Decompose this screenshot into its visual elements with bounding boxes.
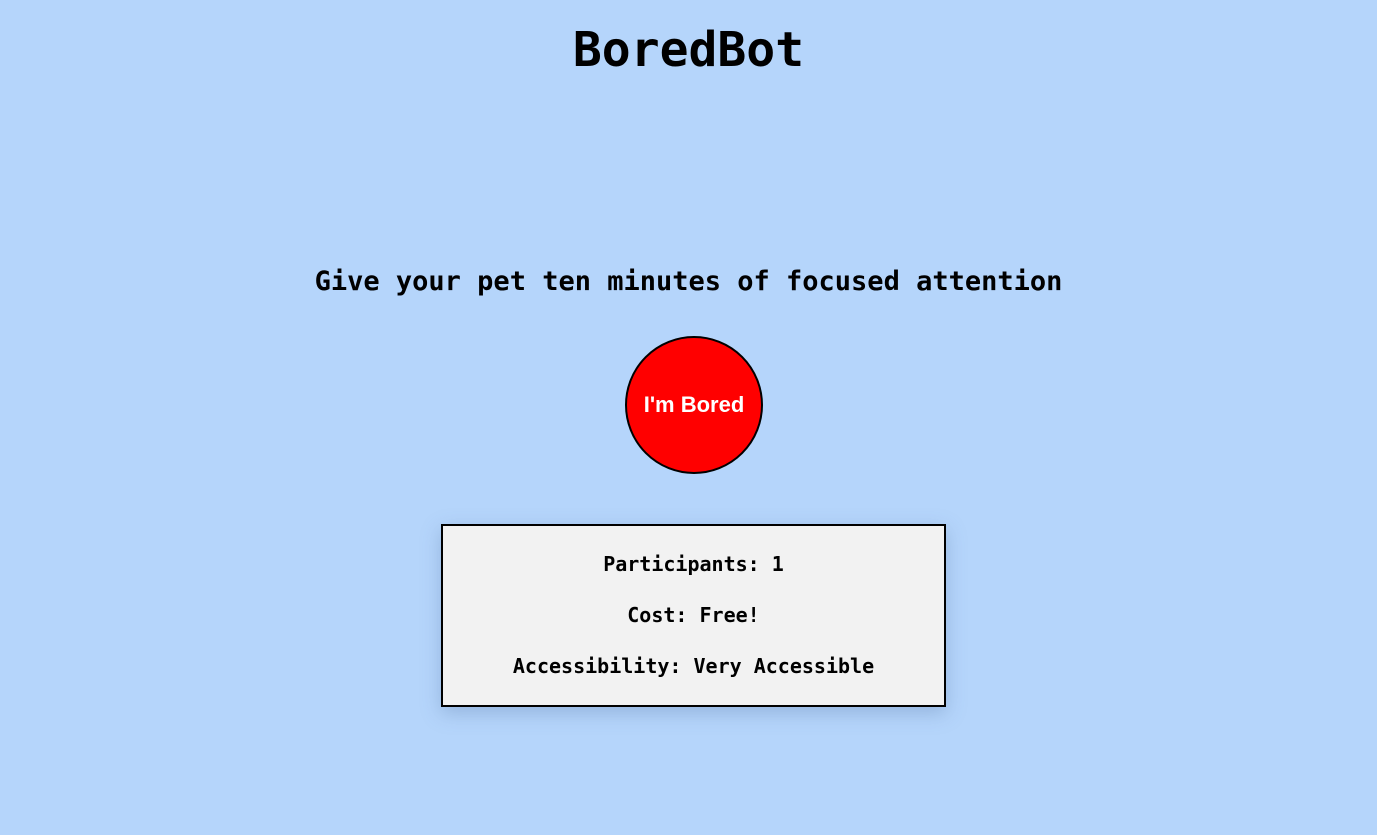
im-bored-button[interactable]: I'm Bored: [625, 336, 763, 474]
cost-text: Cost: Free!: [627, 603, 760, 627]
activity-details-card: Participants: 1 Cost: Free! Accessibilit…: [441, 524, 946, 707]
participants-text: Participants: 1: [603, 552, 784, 576]
accessibility-text: Accessibility: Very Accessible: [512, 654, 875, 678]
activity-text: Give your pet ten minutes of focused att…: [314, 266, 1063, 297]
app-title: BoredBot: [572, 22, 805, 78]
